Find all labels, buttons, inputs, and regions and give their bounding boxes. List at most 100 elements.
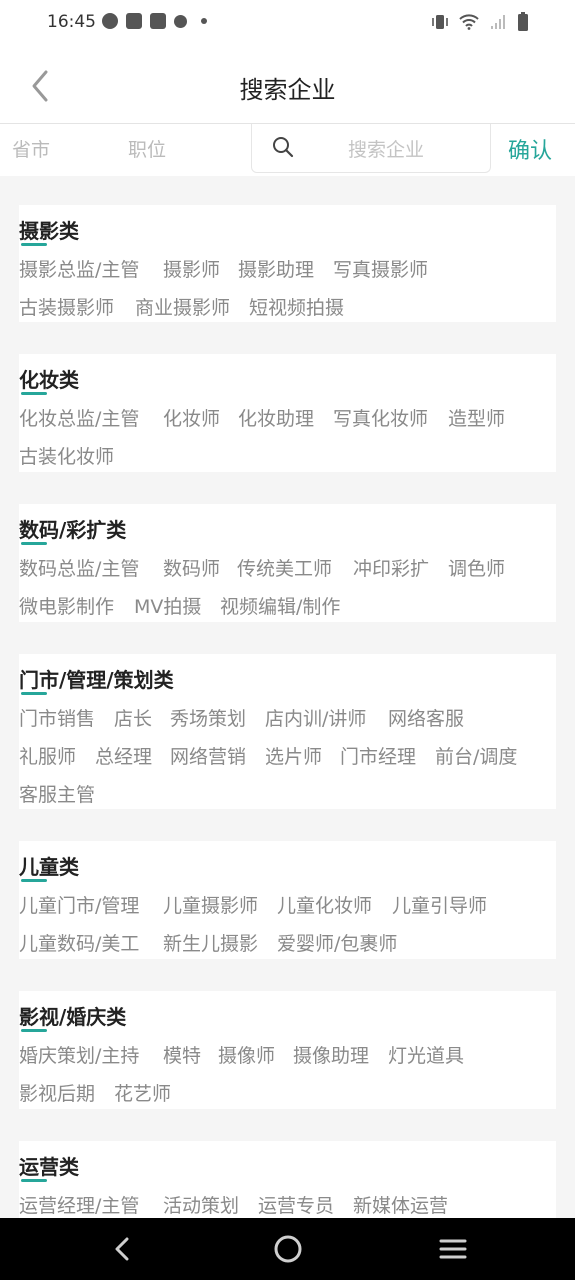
filter-bar: 省市 职位 搜索企业 确认: [0, 123, 575, 176]
category-tag[interactable]: 总经理: [95, 742, 152, 769]
category-tag[interactable]: 摄像师: [218, 1041, 275, 1068]
category-tag[interactable]: 儿童化妆师: [277, 891, 372, 918]
category-tag[interactable]: 运营专员: [258, 1191, 334, 1218]
category-title: 化妆类: [19, 368, 79, 392]
category-tag[interactable]: 写真化妆师: [333, 404, 428, 431]
title-underline: [21, 692, 47, 695]
category-tag[interactable]: 短视频拍摄: [249, 293, 344, 320]
category-tag[interactable]: 店长: [114, 704, 152, 731]
wifi-icon: [459, 14, 479, 30]
mail-icon: [150, 13, 166, 29]
category-tag[interactable]: 摄像助理: [293, 1041, 369, 1068]
category-tag[interactable]: 微电影制作: [19, 592, 114, 619]
category-tag[interactable]: 婚庆策划/主持: [19, 1041, 139, 1068]
category-tag[interactable]: 视频编辑/制作: [220, 592, 340, 619]
category-tag[interactable]: 网络营销: [170, 742, 246, 769]
status-bar: 16:45: [0, 0, 575, 48]
category-card: 化妆类 化妆总监/主管 化妆师 化妆助理 写真化妆师 造型师 古装化妆师: [19, 354, 556, 472]
category-card: 影视/婚庆类 婚庆策划/主持 模特 摄像师 摄像助理 灯光道具 影视后期 花艺师: [19, 991, 556, 1109]
title-underline: [21, 542, 47, 545]
category-tag[interactable]: 运营经理/主管: [19, 1191, 139, 1218]
confirm-button[interactable]: 确认: [508, 133, 552, 165]
category-card: 运营类 运营经理/主管 活动策划 运营专员 新媒体运营: [19, 1141, 556, 1218]
category-tag[interactable]: 摄影助理: [238, 255, 314, 282]
nav-home-button[interactable]: [268, 1232, 308, 1266]
nav-back-button[interactable]: [102, 1232, 142, 1266]
category-tag[interactable]: 礼服师: [19, 742, 76, 769]
speedometer-icon: [102, 13, 118, 29]
category-tag[interactable]: 冲印彩扩: [353, 554, 429, 581]
category-tag[interactable]: 造型师: [448, 404, 505, 431]
category-title: 儿童类: [19, 855, 79, 879]
category-title: 影视/婚庆类: [19, 1005, 127, 1029]
category-tag[interactable]: 数码师: [163, 554, 220, 581]
category-tag[interactable]: 儿童门市/管理: [19, 891, 139, 918]
category-tag[interactable]: 新媒体运营: [353, 1191, 448, 1218]
category-title: 门市/管理/策划类: [19, 668, 174, 692]
category-tag[interactable]: 儿童引导师: [392, 891, 487, 918]
shield-icon: [174, 14, 187, 28]
notification-icons: [102, 13, 207, 29]
search-icon: [273, 137, 294, 158]
category-title: 摄影类: [19, 219, 79, 243]
category-tag[interactable]: 新生儿摄影: [163, 929, 258, 956]
position-filter[interactable]: 职位: [128, 135, 166, 162]
category-tag[interactable]: 儿童数码/美工: [19, 929, 139, 956]
system-icons: [431, 12, 529, 32]
status-time: 16:45: [47, 12, 96, 32]
category-tag[interactable]: 模特: [163, 1041, 201, 1068]
category-tag[interactable]: MV拍摄: [134, 592, 201, 619]
category-tag[interactable]: 化妆总监/主管: [19, 404, 139, 431]
category-tag[interactable]: 活动策划: [163, 1191, 239, 1218]
category-card: 门市/管理/策划类 门市销售 店长 秀场策划 店内训/讲师 网络客服 礼服师 总…: [19, 654, 556, 809]
category-title: 运营类: [19, 1155, 79, 1179]
category-tag[interactable]: 花艺师: [114, 1079, 171, 1106]
back-triangle-icon: [115, 1237, 129, 1261]
category-tag[interactable]: 传统美工师: [237, 554, 332, 581]
category-tag[interactable]: 数码总监/主管: [19, 554, 139, 581]
category-tag[interactable]: 化妆助理: [238, 404, 314, 431]
page-title: 搜索企业: [239, 76, 336, 104]
more-notifications-dot-icon: [201, 18, 207, 24]
title-underline: [21, 392, 47, 395]
category-tag[interactable]: 摄影师: [163, 255, 220, 282]
category-tag[interactable]: 摄影总监/主管: [19, 255, 139, 282]
search-input[interactable]: 搜索企业: [251, 124, 491, 173]
category-tag[interactable]: 影视后期: [19, 1079, 95, 1106]
category-card: 儿童类 儿童门市/管理 儿童摄影师 儿童化妆师 儿童引导师 儿童数码/美工 新生…: [19, 841, 556, 959]
category-tag[interactable]: 门市销售: [19, 704, 95, 731]
category-tag[interactable]: 门市经理: [340, 742, 416, 769]
title-underline: [21, 1179, 47, 1182]
category-tag[interactable]: 商业摄影师: [135, 293, 230, 320]
category-card: 数码/彩扩类 数码总监/主管 数码师 传统美工师 冲印彩扩 调色师 微电影制作 …: [19, 504, 556, 622]
title-underline: [21, 879, 47, 882]
category-tag[interactable]: 儿童摄影师: [163, 891, 258, 918]
category-tag[interactable]: 客服主管: [19, 780, 95, 807]
category-tag[interactable]: 店内训/讲师: [265, 704, 366, 731]
category-card: 摄影类 摄影总监/主管 摄影师 摄影助理 写真摄影师 古装摄影师 商业摄影师 短…: [19, 205, 556, 322]
title-underline: [21, 243, 47, 246]
category-tag[interactable]: 化妆师: [163, 404, 220, 431]
category-tag[interactable]: 前台/调度: [435, 742, 517, 769]
category-tag[interactable]: 爱婴师/包裹师: [277, 929, 397, 956]
category-tag[interactable]: 古装摄影师: [19, 293, 114, 320]
vibrate-icon: [432, 15, 448, 29]
battery-icon: [518, 12, 528, 31]
category-tag[interactable]: 写真摄影师: [333, 255, 428, 282]
title-underline: [21, 1029, 47, 1032]
province-filter[interactable]: 省市: [12, 135, 50, 162]
category-tag[interactable]: 古装化妆师: [19, 442, 114, 469]
category-tag[interactable]: 灯光道具: [388, 1041, 464, 1068]
category-tag[interactable]: 选片师: [265, 742, 322, 769]
system-nav-bar: [0, 1218, 575, 1280]
category-tag[interactable]: 调色师: [448, 554, 505, 581]
app-header: 搜索企业: [0, 48, 575, 123]
home-circle-icon: [274, 1235, 302, 1263]
mail-icon: [126, 13, 142, 29]
category-tag[interactable]: 秀场策划: [170, 704, 246, 731]
menu-lines-icon: [439, 1239, 467, 1259]
category-title: 数码/彩扩类: [19, 518, 127, 542]
search-placeholder: 搜索企业: [348, 139, 425, 161]
category-tag[interactable]: 网络客服: [388, 704, 464, 731]
nav-menu-button[interactable]: [433, 1232, 473, 1266]
